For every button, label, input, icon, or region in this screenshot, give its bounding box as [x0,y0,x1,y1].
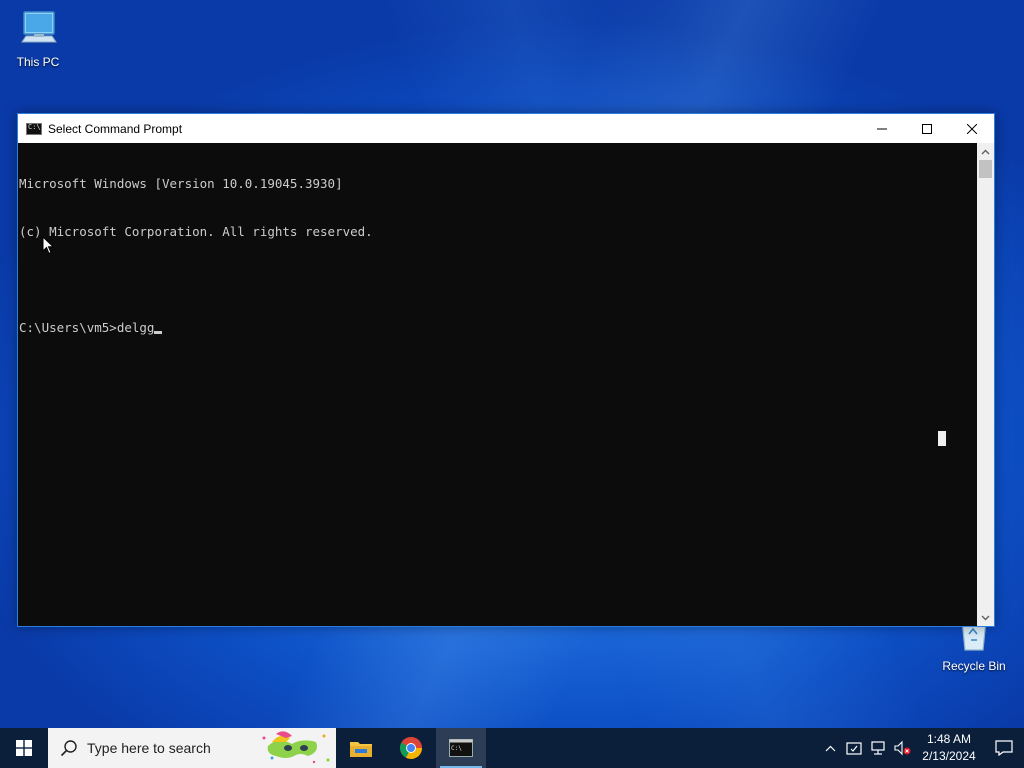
taskbar-search-box[interactable]: Type here to search [48,728,336,768]
search-icon [60,740,77,757]
taskbar: Type here to search C:\ 1:48 AM 2/13/202… [0,728,1024,768]
console-output[interactable]: Microsoft Windows [Version 10.0.19045.39… [18,143,978,626]
chevron-up-icon [981,149,990,154]
volume-muted-icon [894,740,911,756]
taskbar-clock[interactable]: 1:48 AM 2/13/2024 [914,731,984,765]
chevron-up-icon [825,745,835,751]
window-titlebar[interactable]: Select Command Prompt [18,114,994,143]
clock-date: 2/13/2024 [922,749,976,763]
command-prompt-window[interactable]: Select Command Prompt Microsoft Windows … [17,113,995,627]
maximize-icon [921,123,932,134]
maximize-button[interactable] [904,114,949,143]
desktop-icon-this-pc[interactable]: This PC [2,8,74,69]
taskbar-chrome[interactable] [386,728,436,768]
console-prompt: C:\Users\vm5>delgg [19,320,155,335]
desktop-icon-label: Recycle Bin [942,659,1006,673]
minimize-icon [876,128,887,129]
scroll-thumb[interactable] [979,160,992,178]
computer-icon [16,8,60,52]
tray-app-icon[interactable] [842,728,866,768]
caret-block [938,431,946,446]
close-icon [966,123,977,134]
volume-tray-button[interactable] [890,728,914,768]
text-cursor [154,331,163,334]
chrome-icon [400,737,422,759]
console-prompt-line: C:\Users\vm5>delgg [19,320,978,336]
show-hidden-icons-button[interactable] [818,728,842,768]
search-placeholder: Type here to search [87,740,211,756]
desktop-icon-label: This PC [16,55,60,69]
console-line: Microsoft Windows [Version 10.0.19045.39… [19,176,343,191]
search-highlight-mask-icon [262,731,330,764]
notification-icon [995,740,1013,756]
window-controls [859,114,994,143]
mouse-pointer-icon [42,236,54,255]
console-line: (c) Microsoft Corporation. All rights re… [19,224,373,239]
vertical-scrollbar[interactable] [977,143,994,626]
scroll-down-button[interactable] [977,609,994,626]
network-icon [871,741,885,755]
network-tray-button[interactable] [866,728,890,768]
command-prompt-icon: C:\ [449,739,473,757]
command-prompt-icon [26,122,42,135]
file-explorer-icon [350,742,372,757]
windows-logo-icon [16,740,32,756]
window-title: Select Command Prompt [48,121,183,136]
start-button[interactable] [0,728,48,768]
taskbar-command-prompt[interactable]: C:\ [436,728,486,768]
action-center-button[interactable] [984,728,1024,768]
scroll-up-button[interactable] [977,143,994,160]
taskbar-file-explorer[interactable] [336,728,386,768]
clock-time: 1:48 AM [926,732,972,746]
svg-text:C:\: C:\ [451,745,462,752]
chevron-down-icon [981,615,990,620]
minimize-button[interactable] [859,114,904,143]
security-center-icon [846,742,862,755]
close-button[interactable] [949,114,994,143]
system-tray: 1:48 AM 2/13/2024 [818,728,1024,768]
